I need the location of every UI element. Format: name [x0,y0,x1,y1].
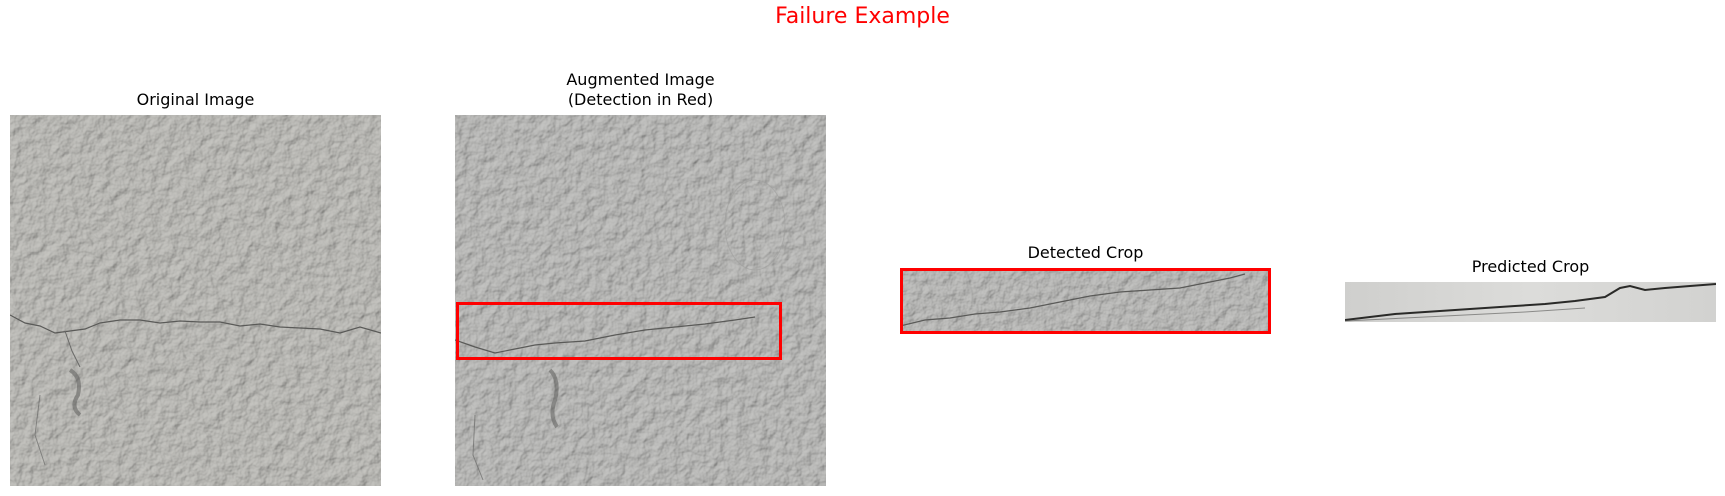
predicted-crop-title: Predicted Crop [1471,257,1590,276]
detected-crop-border [900,268,1271,334]
augmented-image-title: Augmented Image (Detection in Red) [455,70,826,110]
augmented-image [455,115,826,486]
figure-title: Failure Example [775,4,950,29]
detected-crop [900,268,1271,334]
augmented-image-title-line1: Augmented Image [566,70,715,89]
original-image-title: Original Image [136,90,255,109]
original-image [10,115,381,486]
predicted-crop [1345,282,1716,322]
detection-box [456,302,782,360]
detected-crop-title: Detected Crop [1027,243,1144,262]
augmented-image-title-line2: (Detection in Red) [567,90,714,109]
